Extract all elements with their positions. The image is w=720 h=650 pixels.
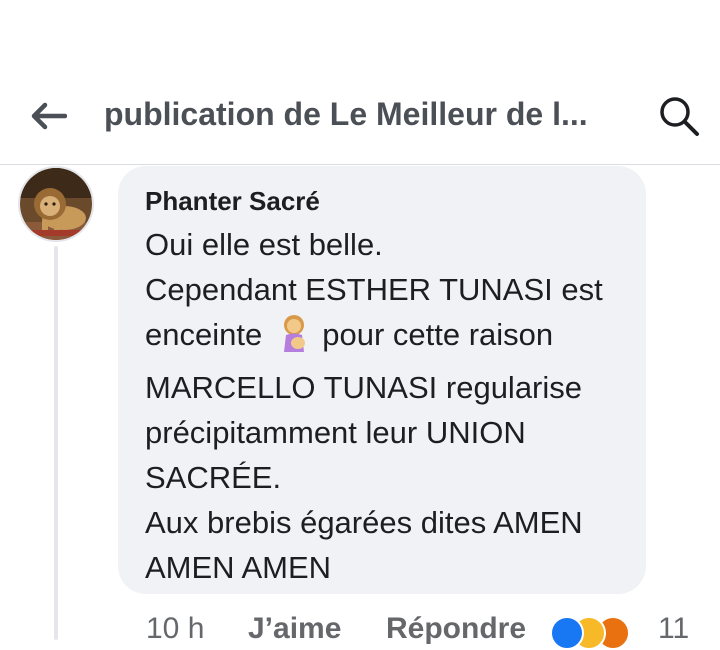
comment-line: Cependant ESTHER TUNASI est — [145, 272, 603, 307]
comment-line: Aux brebis égarées dites AMEN — [145, 505, 583, 540]
comment-line: enceinte pour cette raison — [145, 312, 620, 365]
comment-timestamp[interactable]: 10 h — [146, 612, 204, 646]
avatar[interactable] — [18, 166, 94, 242]
like-reaction-icon — [550, 616, 584, 650]
search-button[interactable] — [656, 94, 702, 138]
comment-line: AMEN AMEN — [145, 550, 332, 585]
comment-text: pour cette raison — [322, 317, 554, 352]
comment-line: SACRÉE. — [145, 460, 282, 495]
top-bar: publication de Le Meilleur de l... — [0, 0, 720, 165]
search-icon — [660, 97, 699, 136]
comment-line: MARCELLO TUNASI regularise — [145, 370, 583, 405]
back-arrow-icon — [31, 102, 67, 130]
reply-thread-line — [54, 246, 58, 640]
comment-author[interactable]: Phanter Sacré — [145, 186, 620, 216]
comment-bubble[interactable]: Phanter Sacré Oui elle est belle. Cepend… — [118, 166, 646, 594]
like-button[interactable]: J’aime — [248, 612, 341, 646]
pregnant-woman-icon — [280, 315, 308, 365]
comment-line: Oui elle est belle. — [145, 227, 383, 262]
reaction-count[interactable]: 11 — [658, 612, 689, 646]
lion-avatar-image — [20, 168, 92, 240]
back-button[interactable] — [28, 98, 68, 134]
reply-button[interactable]: Répondre — [386, 612, 526, 646]
comment-line: précipitamment leur UNION — [145, 415, 526, 450]
comment-actions: 10 h J’aime Répondre 11 — [146, 604, 720, 650]
page-title: publication de Le Meilleur de l... — [104, 96, 588, 132]
reaction-summary[interactable] — [550, 610, 660, 650]
comment-text: enceinte — [145, 317, 263, 352]
